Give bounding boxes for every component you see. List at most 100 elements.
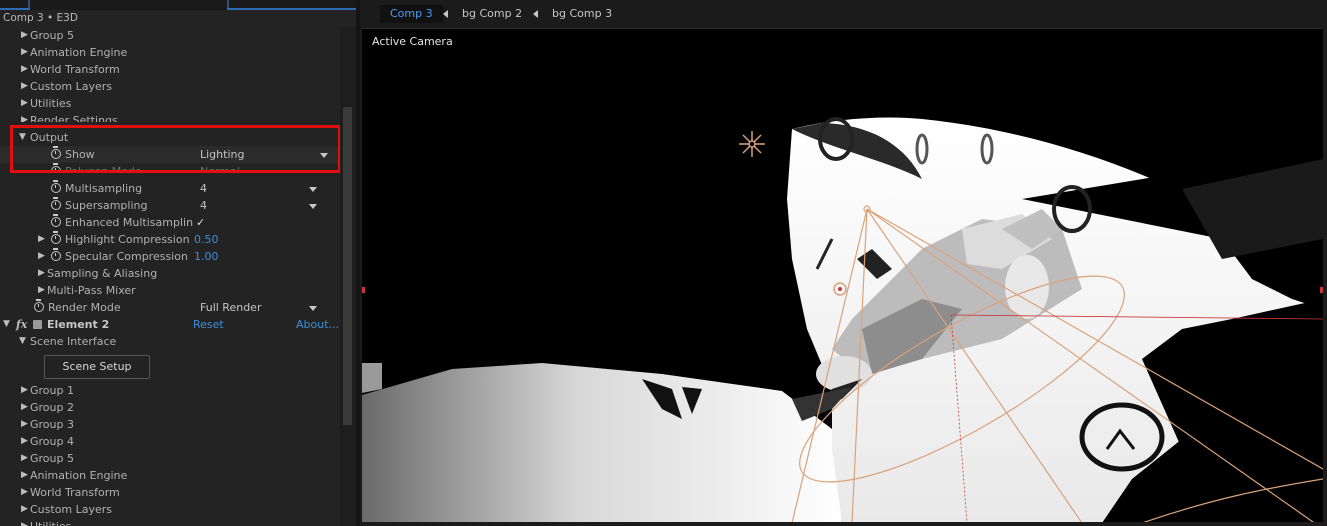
disclosure-triangle-icon[interactable]: ▶ [21,450,28,467]
stopwatch-icon[interactable] [51,197,61,210]
disclosure-triangle-icon[interactable]: ▶ [38,231,45,248]
tree-item-utilities[interactable]: ▶ Utilities [0,95,340,112]
disclosure-triangle-icon[interactable]: ▶ [38,248,45,265]
active-camera-label: Active Camera [372,35,453,48]
disclosure-triangle-open-icon[interactable]: ▼ [19,333,26,350]
tree-item-group-1[interactable]: ▶ Group 1 [0,382,340,399]
tree-item-animation-engine[interactable]: ▶ Animation Engine [0,44,340,61]
tree-item-multipass-mixer[interactable]: ▶ Multi-Pass Mixer [0,282,340,299]
tree-item-label: Utilities [30,97,72,110]
disclosure-triangle-icon[interactable]: ▶ [21,61,28,78]
disclosure-triangle-icon[interactable]: ▶ [21,78,28,95]
tree-item-label: Custom Layers [30,503,113,516]
tree-item-scene-interface[interactable]: ▼ Scene Interface [0,333,340,350]
property-enhanced-multisampling[interactable]: Enhanced Multisamplin ✓ [0,214,340,231]
panel-tab-indicator [227,8,356,10]
viewport-canvas[interactable]: Active Camera [362,28,1323,522]
stopwatch-icon[interactable] [51,231,61,244]
tree-item-group-4[interactable]: ▶ Group 4 [0,433,340,450]
tree-item-label: Custom Layers [30,80,113,93]
about-link[interactable]: About... [296,316,339,333]
tree-item-group-3[interactable]: ▶ Group 3 [0,416,340,433]
tree-item-label: Group 2 [30,401,74,414]
tab-bg-comp-2[interactable]: bg Comp 2 [462,5,522,23]
supersampling-dropdown-value[interactable]: 4 [200,197,207,214]
chevron-down-icon[interactable] [309,187,317,192]
disclosure-triangle-icon[interactable]: ▶ [21,416,28,433]
tree-item-label: Group 4 [30,435,74,448]
tree-item-render-settings[interactable]: ▶ Render Settings [0,112,340,122]
effect-element-2[interactable]: ▼ fx Element 2 Reset About... [0,316,340,333]
effect-controls-panel: Comp 3 • E3D ▶ Group 5 ▶ Animation Engin… [0,0,356,526]
disclosure-triangle-icon[interactable]: ▶ [21,27,28,44]
tree-item-group-5[interactable]: ▶ Group 5 [0,27,340,44]
disclosure-triangle-open-icon[interactable]: ▼ [3,316,10,333]
panel-scrollbar[interactable] [340,27,356,526]
property-label: Supersampling [65,199,148,212]
scene-setup-button[interactable]: Scene Setup [44,355,150,379]
disclosure-triangle-icon[interactable]: ▶ [21,501,28,518]
disclosure-triangle-icon[interactable]: ▶ [21,112,28,122]
flow-arrow-icon[interactable] [533,10,538,18]
tree-item-world-transform[interactable]: ▶ World Transform [0,61,340,78]
disclosure-triangle-icon[interactable]: ▶ [21,399,28,416]
property-label: Enhanced Multisamplin [65,216,194,229]
tab-comp-3[interactable]: Comp 3 [380,5,443,23]
disclosure-triangle-icon[interactable]: ▶ [21,467,28,484]
chevron-down-icon[interactable] [309,204,317,209]
property-multisampling[interactable]: Multisampling 4 [0,180,340,197]
tree-item-world-transform[interactable]: ▶ World Transform [0,484,340,501]
property-specular-compression[interactable]: ▶ Specular Compression 1.00 [0,248,340,265]
disclosure-triangle-icon[interactable]: ▶ [38,282,45,299]
highlight-compression-value[interactable]: 0.50 [194,231,219,248]
tree-item-label: Group 1 [30,384,74,397]
tree-item-custom-layers[interactable]: ▶ Custom Layers [0,501,340,518]
tree-item-label: Animation Engine [30,46,128,59]
property-label: Specular Compression [65,250,188,263]
stopwatch-icon[interactable] [51,214,61,227]
enhanced-multisampling-checkbox[interactable]: ✓ [196,214,205,231]
disclosure-triangle-icon[interactable]: ▶ [21,44,28,61]
tree-item-group-2[interactable]: ▶ Group 2 [0,399,340,416]
property-label: Render Mode [48,301,121,314]
annotation-highlight-box [10,125,341,173]
property-label: Highlight Compression [65,233,190,246]
disclosure-triangle-icon[interactable]: ▶ [21,433,28,450]
tree-item-label: World Transform [30,486,120,499]
multisampling-dropdown-value[interactable]: 4 [200,180,207,197]
tree-item-group-5[interactable]: ▶ Group 5 [0,450,340,467]
composition-tab-bar: Comp 3 bg Comp 2 bg Comp 3 [360,0,1327,27]
property-supersampling[interactable]: Supersampling 4 [0,197,340,214]
stopwatch-icon[interactable] [51,248,61,261]
render-mode-dropdown-value[interactable]: Full Render [200,299,261,316]
disclosure-triangle-icon[interactable]: ▶ [21,382,28,399]
stopwatch-icon[interactable] [51,180,61,193]
scrollbar-thumb[interactable] [343,107,352,425]
property-label: Multisampling [65,182,143,195]
disclosure-triangle-icon[interactable]: ▶ [38,265,45,282]
stopwatch-icon[interactable] [34,299,44,312]
property-render-mode[interactable]: Render Mode Full Render [0,299,340,316]
disclosure-triangle-icon[interactable]: ▶ [21,518,28,526]
chevron-down-icon[interactable] [309,306,317,311]
panel-title: Comp 3 • E3D [3,12,78,24]
tree-item-utilities[interactable]: ▶ Utilities [0,518,340,526]
flow-arrow-icon[interactable] [443,10,448,18]
tree-item-label: World Transform [30,63,120,76]
tab-bg-comp-3[interactable]: bg Comp 3 [552,5,612,23]
tree-item-label: Group 3 [30,418,74,431]
reset-link[interactable]: Reset [193,316,224,333]
disclosure-triangle-icon[interactable]: ▶ [21,484,28,501]
property-highlight-compression[interactable]: ▶ Highlight Compression 0.50 [0,231,340,248]
tree-item-custom-layers[interactable]: ▶ Custom Layers [0,78,340,95]
fx-icon[interactable]: fx [16,316,27,333]
light-source-icon[interactable] [739,131,765,157]
tree-item-label: Group 5 [30,452,74,465]
tree-item-animation-engine[interactable]: ▶ Animation Engine [0,467,340,484]
disclosure-triangle-icon[interactable]: ▶ [21,95,28,112]
tree-item-label: Render Settings [30,114,118,122]
tree-item-sampling-aliasing[interactable]: ▶ Sampling & Aliasing [0,265,340,282]
tree-item-label: Group 5 [30,29,74,42]
specular-compression-value[interactable]: 1.00 [194,248,219,265]
tree-item-label: Sampling & Aliasing [47,267,158,280]
